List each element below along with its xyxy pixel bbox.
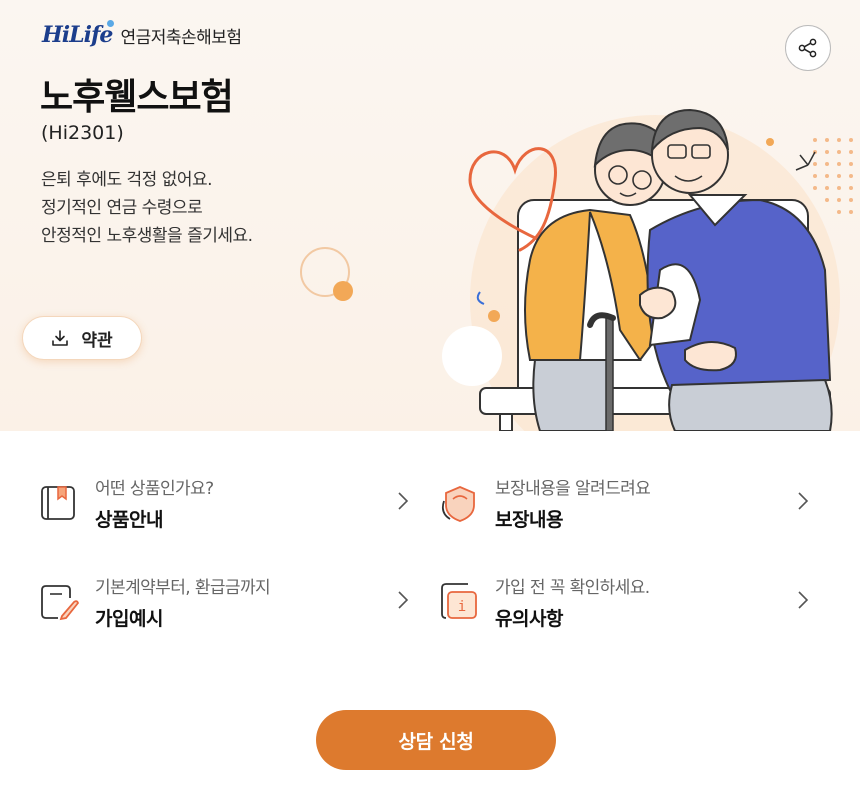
chevron-right-icon <box>398 591 409 609</box>
menu-title: 상품안내 <box>95 509 163 531</box>
menu-coverage[interactable]: 보장내용을 알려드려요 보장내용 <box>440 468 810 538</box>
info-document-icon: i <box>441 583 477 619</box>
chevron-right-icon <box>798 591 809 609</box>
svg-text:i: i <box>458 599 466 615</box>
share-icon <box>798 38 817 58</box>
menu-title: 가입예시 <box>95 608 163 630</box>
terms-download-button[interactable]: 약관 <box>22 316 142 360</box>
chevron-right-icon <box>798 492 809 510</box>
product-title: 노후웰스보험 <box>40 77 234 118</box>
elderly-couple-illustration <box>300 108 853 431</box>
company-name: 연금저축손해보험 <box>120 27 242 48</box>
download-icon <box>52 330 69 346</box>
hero-banner: HiLife 연금저축손해보험 노후웰스보험 (Hi2301) 은퇴 후에도 걱… <box>0 0 860 431</box>
product-code: (Hi2301) <box>41 122 124 144</box>
brand: HiLife 연금저축손해보험 <box>42 20 242 48</box>
chevron-right-icon <box>398 492 409 510</box>
description-line: 은퇴 후에도 걱정 없어요. <box>41 170 213 190</box>
consultation-request-button[interactable]: 상담 신청 <box>316 710 556 770</box>
menu-title: 유의사항 <box>495 608 563 630</box>
menu-enrollment-example[interactable]: 기본계약부터, 환급금까지 가입예시 <box>40 567 410 637</box>
menu-subtitle: 보장내용을 알려드려요 <box>495 479 651 499</box>
terms-button-label: 약관 <box>81 330 113 351</box>
menu-product-info[interactable]: 어떤 상품인가요? 상품안내 <box>40 468 410 538</box>
description-line: 안정적인 노후생활을 즐기세요. <box>41 226 253 246</box>
menu-subtitle: 기본계약부터, 환급금까지 <box>95 578 271 598</box>
menu-subtitle: 가입 전 꼭 확인하세요. <box>495 578 650 598</box>
shield-icon <box>441 486 475 522</box>
document-pen-icon <box>41 585 80 621</box>
menu-precautions[interactable]: i 가입 전 꼭 확인하세요. 유의사항 <box>440 567 810 637</box>
bookmark-book-icon <box>41 486 75 520</box>
hilife-logo: HiLife <box>42 20 115 48</box>
menu-subtitle: 어떤 상품인가요? <box>95 479 214 499</box>
description-line: 정기적인 연금 수령으로 <box>41 198 203 218</box>
share-button[interactable] <box>785 25 831 71</box>
menu-title: 보장내용 <box>495 509 563 531</box>
product-description: 은퇴 후에도 걱정 없어요. 정기적인 연금 수령으로 안정적인 노후생활을 즐… <box>41 166 253 250</box>
